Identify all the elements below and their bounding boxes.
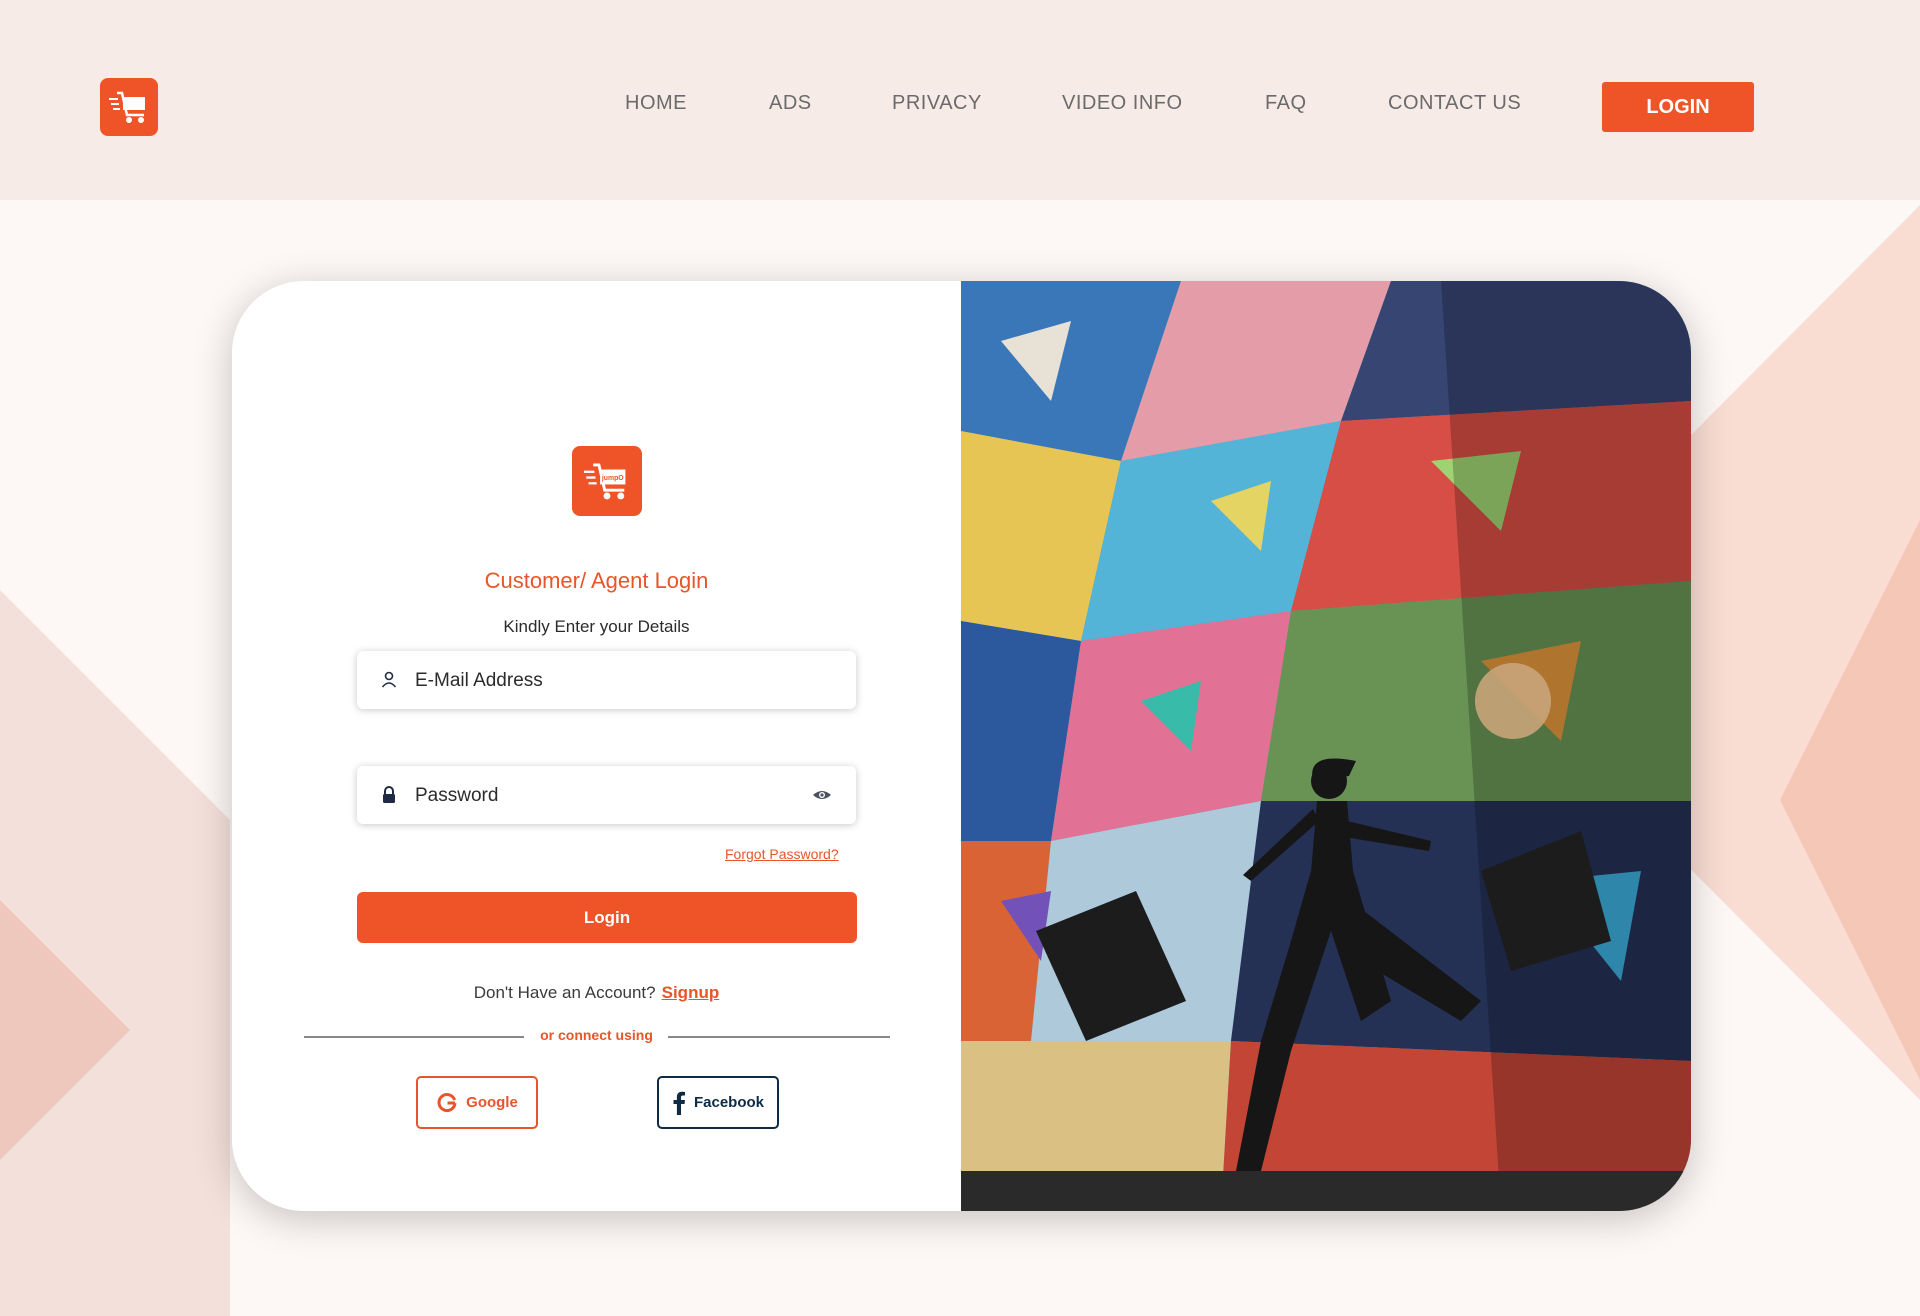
- facebook-icon: [673, 1091, 685, 1115]
- password-input[interactable]: [413, 766, 797, 826]
- lock-icon: [383, 786, 395, 803]
- signup-link[interactable]: Signup: [662, 983, 720, 1002]
- shopping-cart-icon: jumpO: [584, 463, 626, 500]
- google-label: Google: [466, 1094, 518, 1111]
- divider-right: [668, 1036, 890, 1038]
- mosaic-wall-image: [961, 281, 1691, 1211]
- site-logo[interactable]: [100, 78, 158, 136]
- signup-row: Don't Have an Account? Signup: [232, 983, 961, 1003]
- login-card: jumpO Customer/ Agent Login Kindly Enter…: [232, 281, 1691, 1211]
- user-icon: [381, 671, 397, 688]
- card-logo: jumpO: [572, 446, 642, 516]
- facebook-label: Facebook: [693, 1094, 765, 1111]
- google-icon: [437, 1092, 457, 1112]
- nav-privacy[interactable]: PRIVACY: [892, 92, 982, 115]
- hero-image: [961, 281, 1691, 1211]
- nav-contact-us[interactable]: CONTACT US: [1388, 92, 1521, 115]
- header-login-button[interactable]: LOGIN: [1602, 82, 1754, 132]
- email-field[interactable]: [357, 651, 856, 711]
- login-panel: jumpO Customer/ Agent Login Kindly Enter…: [232, 281, 961, 1211]
- login-title: Customer/ Agent Login: [484, 568, 709, 593]
- login-subtitle: Kindly Enter your Details: [503, 617, 690, 636]
- shopping-cart-icon: [109, 91, 145, 123]
- connect-text: or connect using: [540, 1027, 653, 1043]
- forgot-password-link[interactable]: Forgot Password?: [725, 846, 839, 862]
- nav-ads[interactable]: ADS: [769, 92, 812, 115]
- email-input[interactable]: [413, 651, 797, 711]
- facebook-login-button[interactable]: Facebook: [657, 1076, 779, 1129]
- login-submit-button[interactable]: Login: [357, 892, 857, 943]
- password-field[interactable]: [357, 766, 856, 826]
- eye-icon[interactable]: [812, 785, 832, 805]
- no-account-text: Don't Have an Account?: [473, 983, 656, 1002]
- nav-video-info[interactable]: VIDEO INFO: [1062, 92, 1183, 115]
- google-login-button[interactable]: Google: [416, 1076, 538, 1129]
- nav-faq[interactable]: FAQ: [1265, 92, 1307, 115]
- logo-wordmark: jumpO: [601, 475, 624, 482]
- nav-home[interactable]: HOME: [625, 92, 687, 115]
